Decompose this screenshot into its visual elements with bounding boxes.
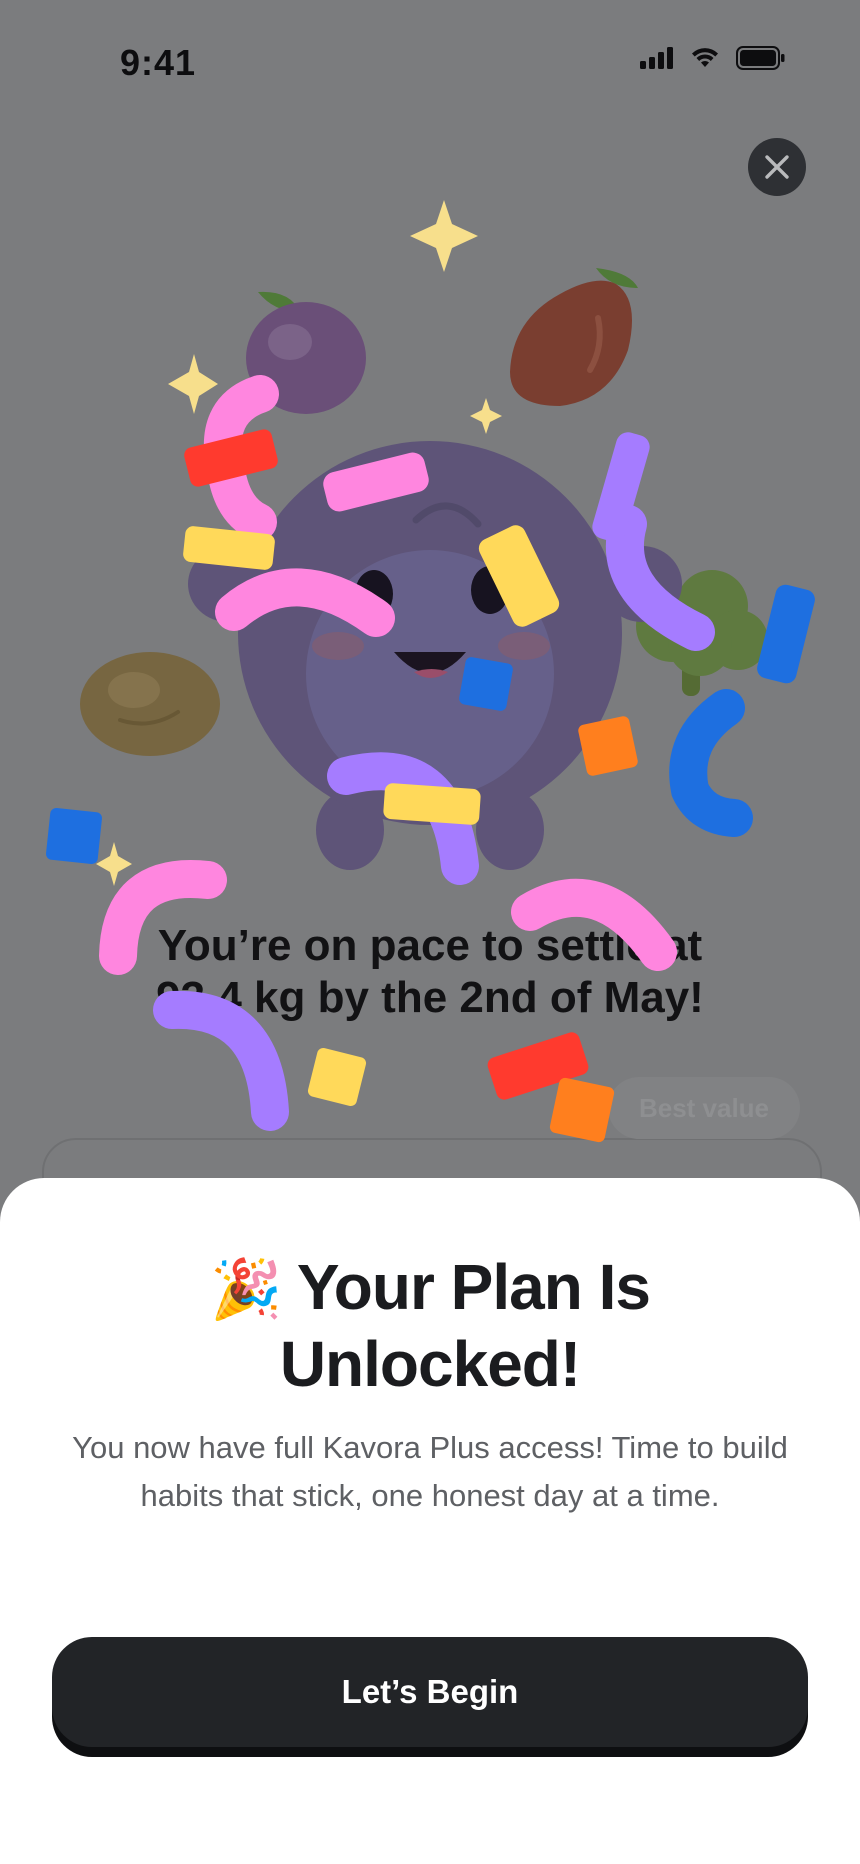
lets-begin-button[interactable]: Let’s Begin [52,1637,808,1747]
sheet-title: 🎉 Your Plan Is Unlocked! [60,1250,800,1401]
unlocked-sheet: 🎉 Your Plan Is Unlocked! You now have fu… [0,1178,860,1864]
sheet-title-text: Your Plan Is Unlocked! [279,1251,651,1400]
headline-line-2: 93.4 kg by the 2nd of May! [156,973,704,1022]
sheet-description: You now have full Kavora Plus access! Ti… [72,1430,788,1513]
pace-headline: You’re on pace to settle at 93.4 kg by t… [60,920,800,1024]
mascot [188,441,682,870]
potato-fruit [80,652,220,756]
headline-line-1: You’re on pace to settle at [157,921,703,970]
celebration-screen: 9:41 You’re on pace to settle at 93.4 kg… [0,0,860,1864]
best-value-badge: Best value [608,1077,800,1139]
party-popper-icon: 🎉 [210,1257,282,1322]
plum-fruit [246,291,366,414]
seed-fruit [510,268,638,406]
